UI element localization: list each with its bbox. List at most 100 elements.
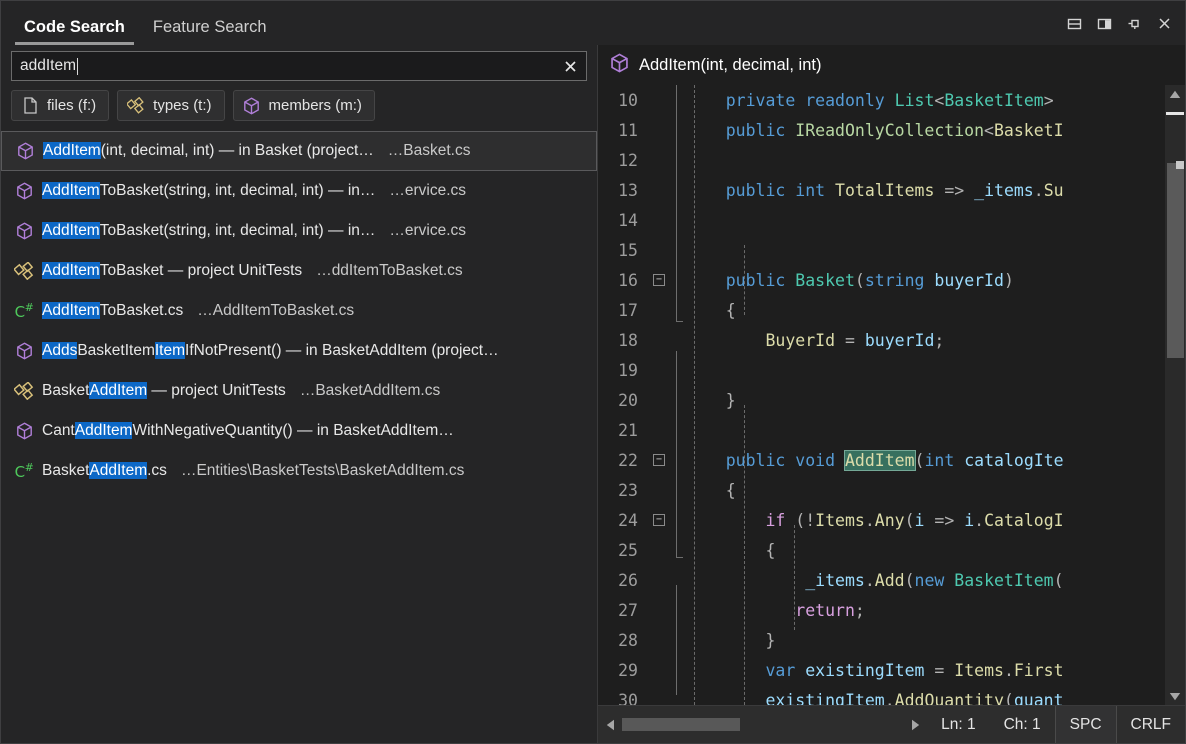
result-row[interactable]: AddItem(int, decimal, int) — in Basket (… [1, 131, 597, 171]
collapse-region-icon[interactable]: − [646, 274, 672, 286]
code-line[interactable]: 24− if (!Items.Any(i => i.CatalogI [598, 505, 1165, 535]
label-text: Basket [42, 382, 89, 399]
result-path: …Entities\BasketTests\BasketAddItem.cs [181, 462, 464, 480]
clear-search-icon[interactable] [560, 56, 580, 76]
code-line[interactable]: 28 } [598, 625, 1165, 655]
result-row[interactable]: AddItemToBasket(string, int, decimal, in… [1, 171, 597, 211]
close-icon[interactable] [1151, 11, 1177, 35]
project-icon [13, 381, 35, 401]
filter-chip-members[interactable]: members (m:) [233, 90, 375, 121]
line-number: 28 [598, 631, 646, 650]
line-number: 21 [598, 421, 646, 440]
scroll-right-icon[interactable] [903, 719, 927, 731]
code-line[interactable]: 19 [598, 355, 1165, 385]
code-line[interactable]: 10 private readonly List<BasketItem> [598, 85, 1165, 115]
scroll-up-icon[interactable] [1165, 85, 1185, 103]
line-number: 17 [598, 301, 646, 320]
match-highlight: AddItem [75, 422, 133, 439]
match-highlight: AddItem [42, 302, 100, 319]
scroll-left-icon[interactable] [598, 719, 622, 731]
code-text: public IReadOnlyCollection<BasketI [672, 121, 1165, 140]
result-row[interactable]: AddItemToBasket — project UnitTests…ddIt… [1, 251, 597, 291]
code-line[interactable]: 21 [598, 415, 1165, 445]
code-line[interactable]: 11 public IReadOnlyCollection<BasketI [598, 115, 1165, 145]
code-text: private readonly List<BasketItem> [672, 91, 1165, 110]
text-caret [77, 58, 78, 75]
file-icon [21, 97, 39, 115]
search-input-text: addItem [20, 57, 76, 75]
label-text: ToBasket(string, int, decimal, int) — in… [100, 182, 376, 199]
line-number: 23 [598, 481, 646, 500]
search-results-list: AddItem(int, decimal, int) — in Basket (… [1, 129, 597, 743]
member-cube-icon [243, 97, 261, 115]
result-row[interactable]: BasketAddItem — project UnitTests…Basket… [1, 371, 597, 411]
code-text: public void AddItem(int catalogIte [672, 451, 1165, 470]
result-row[interactable]: C#BasketAddItem.cs…Entities\BasketTests\… [1, 451, 597, 491]
status-indentation[interactable]: SPC [1055, 706, 1117, 743]
scroll-down-icon[interactable] [1165, 687, 1185, 705]
result-row[interactable]: CantAddItemWithNegativeQuantity() — in B… [1, 411, 597, 451]
split-horizontal-icon[interactable] [1061, 11, 1087, 35]
code-text: public Basket(string buyerId) [672, 271, 1165, 290]
filter-chip-files[interactable]: files (f:) [11, 90, 109, 121]
code-line[interactable]: 22− public void AddItem(int catalogIte [598, 445, 1165, 475]
result-row[interactable]: C#AddItemToBasket.cs…AddItemToBasket.cs [1, 291, 597, 331]
line-number: 19 [598, 361, 646, 380]
code-line[interactable]: 23 { [598, 475, 1165, 505]
member-cube-icon [14, 141, 36, 161]
preview-breadcrumb-label: AddItem(int, decimal, int) [639, 56, 821, 75]
collapse-region-icon[interactable]: − [646, 454, 672, 466]
code-text: { [672, 481, 1165, 500]
vertical-scrollbar[interactable] [1165, 85, 1185, 705]
split-vertical-icon[interactable] [1091, 11, 1117, 35]
code-line[interactable]: 13 public int TotalItems => _items.Su [598, 175, 1165, 205]
code-line[interactable]: 20 } [598, 385, 1165, 415]
result-row[interactable]: AddsBasketItemItemIfNotPresent() — in Ba… [1, 331, 597, 371]
project-icon [13, 261, 35, 281]
code-line[interactable]: 26 _items.Add(new BasketItem( [598, 565, 1165, 595]
result-path: …Basket.cs [388, 142, 471, 160]
code-line[interactable]: 17 { [598, 295, 1165, 325]
line-number: 27 [598, 601, 646, 620]
code-line[interactable]: 25 { [598, 535, 1165, 565]
collapse-region-icon[interactable]: − [646, 514, 672, 526]
match-highlight: AddItem [42, 222, 100, 239]
result-path: …AddItemToBasket.cs [197, 302, 354, 320]
code-line[interactable]: 16− public Basket(string buyerId) [598, 265, 1165, 295]
scroll-marker [1166, 112, 1184, 115]
tab-code-search[interactable]: Code Search [15, 18, 134, 45]
hscrollbar-thumb[interactable] [622, 718, 740, 731]
result-label: AddsBasketItemItemIfNotPresent() — in Ba… [42, 342, 499, 360]
member-cube-icon [13, 221, 35, 241]
result-row[interactable]: AddItemToBasket(string, int, decimal, in… [1, 211, 597, 251]
code-line[interactable]: 29 var existingItem = Items.First [598, 655, 1165, 685]
result-label: BasketAddItem — project UnitTests [42, 382, 286, 400]
code-line[interactable]: 27 return; [598, 595, 1165, 625]
horizontal-scrollbar[interactable] [598, 706, 927, 743]
line-number: 16 [598, 271, 646, 290]
code-text: { [672, 301, 1165, 320]
code-lines[interactable]: 10 private readonly List<BasketItem>11 p… [598, 85, 1165, 705]
code-text: } [672, 391, 1165, 410]
code-line[interactable]: 14 [598, 205, 1165, 235]
code-text: var existingItem = Items.First [672, 661, 1165, 680]
filter-chip-types[interactable]: types (t:) [117, 90, 224, 121]
window-body: addItem files (f:) [1, 45, 1185, 743]
line-number: 10 [598, 91, 646, 110]
line-number: 18 [598, 331, 646, 350]
code-line[interactable]: 18 BuyerId = buyerId; [598, 325, 1165, 355]
status-eol[interactable]: CRLF [1117, 706, 1185, 743]
pin-icon[interactable] [1121, 11, 1147, 35]
filter-chip-files-label: files (f:) [47, 97, 96, 114]
member-cube-icon [13, 181, 35, 201]
scrollbar-thumb[interactable] [1167, 163, 1184, 358]
search-input[interactable]: addItem [11, 51, 587, 81]
tab-feature-search[interactable]: Feature Search [144, 18, 276, 45]
code-line[interactable]: 30 existingItem.AddQuantity(quant [598, 685, 1165, 705]
hscrollbar-track[interactable] [622, 718, 903, 731]
code-line[interactable]: 15 [598, 235, 1165, 265]
code-text: { [672, 541, 1165, 560]
scrollbar-track[interactable] [1165, 103, 1185, 687]
csharp-icon: C# [13, 301, 35, 321]
code-line[interactable]: 12 [598, 145, 1165, 175]
